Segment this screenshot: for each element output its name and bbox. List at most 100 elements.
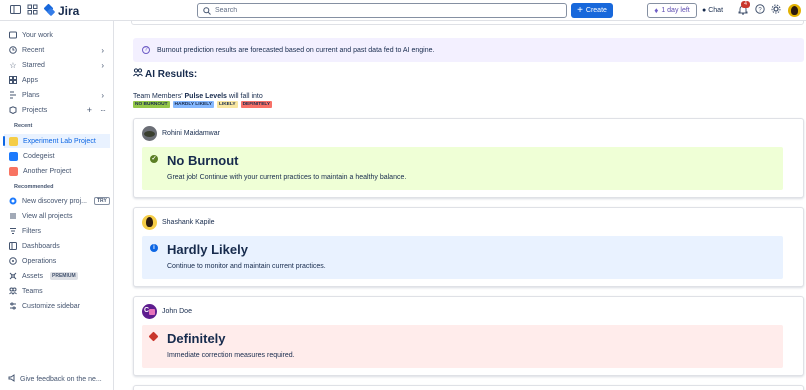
jira-logo-icon: [44, 5, 55, 16]
search-input[interactable]: [215, 7, 545, 14]
result-card: Rohini Maidamwar ✓ No Burnout Great job!…: [133, 118, 804, 198]
project-avatar-icon: [9, 166, 18, 176]
customize-icon: [9, 302, 17, 310]
operations-icon: [9, 257, 17, 265]
your-work-icon: [9, 31, 17, 39]
result-description: Continue to monitor and maintain current…: [167, 263, 326, 270]
sidebar-item-dashboards[interactable]: Dashboards: [4, 239, 110, 253]
sidebar-item-plans[interactable]: Plans ›: [4, 88, 110, 102]
recommended-label: New discovery proj...: [22, 197, 87, 205]
search-box[interactable]: [197, 3, 567, 18]
add-project-icon[interactable]: +: [87, 105, 92, 115]
try-tag: TRY: [93, 197, 110, 205]
card-user: Rohini Maidamwar: [142, 126, 220, 141]
info-circle-icon: ?: [142, 46, 150, 54]
more-options-icon[interactable]: ···: [100, 106, 106, 115]
sidebar-item-your-work[interactable]: Your work: [4, 28, 110, 42]
sidebar-item-label: Recent: [22, 46, 45, 54]
sidebar-item-label: Apps: [22, 76, 38, 84]
app-switcher-icon[interactable]: [26, 4, 39, 17]
tag-definitely: DEFINITELY: [240, 101, 273, 108]
pulse-prefix: Team Members': [133, 93, 185, 100]
create-label: Create: [585, 7, 607, 14]
sidebar-item-label: Filters: [22, 227, 42, 235]
sidebar-item-assets[interactable]: Assets PREMIUM: [4, 269, 110, 283]
project-avatar-icon: [9, 136, 18, 146]
help-icon[interactable]: ?: [753, 4, 766, 17]
trial-label: 1 day left: [661, 7, 690, 14]
projects-icon: [9, 106, 17, 114]
sidebar-item-apps[interactable]: Apps: [4, 73, 110, 87]
recent-section-label: Recent: [14, 123, 33, 129]
sidebar-item-recent[interactable]: Recent ›: [4, 43, 110, 57]
filter-icon: [9, 227, 17, 235]
sidebar-view-all-projects[interactable]: View all projects: [4, 209, 110, 223]
dashboard-icon: [9, 242, 17, 250]
user-avatar[interactable]: [788, 4, 801, 17]
chat-button[interactable]: ● Chat: [702, 3, 723, 18]
project-avatar-icon: [9, 151, 18, 161]
assets-icon: [9, 272, 17, 280]
user-name: Rohini Maidamwar: [162, 130, 220, 137]
sidebar-recommended-discovery[interactable]: New discovery proj... TRY: [4, 194, 110, 208]
gem-icon: ♦: [654, 6, 659, 15]
top-navigation-bar: Jira + Create ♦ 1 day left ● Chat 4 ?: [0, 0, 806, 21]
search-icon: [203, 6, 211, 15]
result-title: No Burnout: [167, 153, 239, 168]
sidebar-project-experiment-lab[interactable]: Experiment Lab Project: [3, 134, 110, 148]
error-icon: [148, 331, 159, 342]
result-box: i Hardly Likely Continue to monitor and …: [142, 236, 783, 279]
people-icon: [133, 68, 143, 80]
tag-no-burnout: NO BURNOUT: [133, 101, 170, 108]
chat-icon: ●: [702, 7, 707, 14]
ai-results-title: AI Results:: [145, 68, 198, 80]
sidebar-item-label: Operations: [22, 257, 57, 265]
project-label: Experiment Lab Project: [23, 137, 96, 145]
view-all-label: View all projects: [22, 212, 73, 220]
premium-tag: PREMIUM: [50, 272, 78, 280]
sidebar-item-label: Your work: [22, 31, 53, 39]
apps-icon: [9, 76, 17, 84]
main-content: ? Burnout prediction results are forecas…: [115, 21, 806, 390]
sidebar-item-operations[interactable]: Operations: [4, 254, 110, 268]
chevron-right-icon: ›: [101, 60, 104, 70]
card-user: C John Doe: [142, 304, 192, 319]
info-banner-text: Burnout prediction results are forecaste…: [157, 46, 435, 54]
project-label: Codegeist: [23, 152, 55, 160]
user-avatar: [142, 126, 157, 141]
sidebar-project-codegeist[interactable]: Codegeist: [4, 149, 110, 163]
create-button[interactable]: + Create: [571, 3, 613, 18]
sidebar-item-customize[interactable]: Customize sidebar: [4, 299, 110, 313]
sidebar-item-starred[interactable]: ☆ Starred ›: [4, 58, 110, 72]
jira-logo[interactable]: Jira: [44, 3, 80, 18]
user-avatar: C: [142, 304, 157, 319]
tag-hardly-likely: HARDLY LIKELY: [172, 101, 214, 108]
sidebar-item-filters[interactable]: Filters: [4, 224, 110, 238]
feedback-label: Give feedback on the ne...: [20, 375, 102, 383]
sidebar-toggle-icon[interactable]: [9, 4, 22, 17]
sidebar-item-label: Dashboards: [22, 242, 60, 250]
chat-label: Chat: [708, 7, 724, 14]
pulse-tags: NO BURNOUT HARDLY LIKELY LIKELY DEFINITE…: [133, 101, 273, 108]
clock-icon: [9, 46, 17, 54]
trial-button[interactable]: ♦ 1 day left: [647, 3, 697, 18]
discovery-icon: [9, 197, 17, 205]
check-circle-icon: ✓: [150, 155, 158, 163]
sidebar-project-another[interactable]: Another Project: [4, 164, 110, 178]
sidebar-item-label: Teams: [22, 287, 43, 295]
previous-card-edge: [131, 21, 804, 25]
plus-icon: +: [577, 4, 583, 16]
megaphone-icon: [8, 374, 16, 384]
chevron-right-icon: ›: [101, 90, 104, 100]
result-box: Definitely Immediate correction measures…: [142, 325, 783, 368]
notification-count-badge: 4: [741, 1, 750, 8]
sidebar-item-projects[interactable]: Projects + ···: [4, 103, 110, 117]
app-name: Jira: [58, 3, 80, 18]
result-description: Immediate correction measures required.: [167, 352, 295, 359]
list-icon: [9, 212, 17, 220]
give-feedback-link[interactable]: Give feedback on the ne...: [8, 374, 102, 384]
teams-icon: [9, 287, 17, 295]
settings-gear-icon[interactable]: [769, 4, 782, 17]
sidebar-item-teams[interactable]: Teams: [4, 284, 110, 298]
project-label: Another Project: [23, 167, 72, 175]
